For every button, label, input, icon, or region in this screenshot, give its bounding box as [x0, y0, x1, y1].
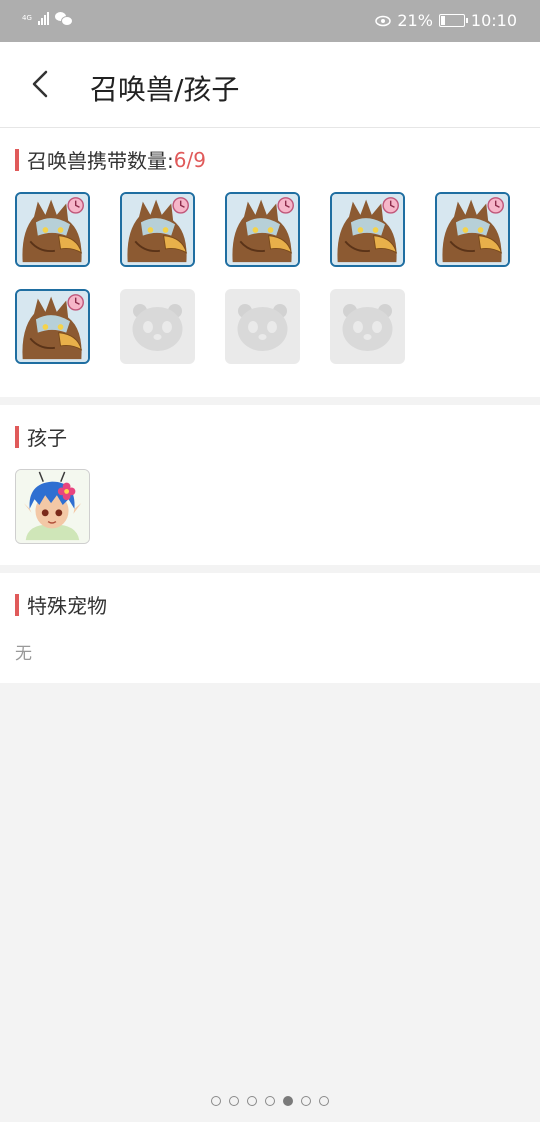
battery-icon	[438, 14, 468, 27]
panda-placeholder-icon	[132, 304, 183, 351]
page-dot[interactable]	[265, 1096, 275, 1106]
summon-creature-icon	[227, 194, 298, 265]
special-pets-empty-text: 无	[15, 644, 32, 664]
summon-slot[interactable]	[225, 192, 300, 267]
summon-creature-icon	[122, 194, 193, 265]
children-section: 孩子	[0, 405, 540, 565]
summons-heading: 召唤兽携带数量: 6/9	[15, 145, 206, 174]
summons-section: 召唤兽携带数量: 6/9	[0, 128, 540, 397]
battery-percent: 21%	[397, 11, 433, 30]
summon-creature-icon	[332, 194, 403, 265]
summon-creature-icon	[17, 291, 88, 362]
empty-summon-slot[interactable]	[330, 289, 405, 364]
child-avatar-icon	[16, 470, 89, 543]
page-dot[interactable]	[319, 1096, 329, 1106]
summon-creature-icon	[437, 194, 508, 265]
wechat-icon	[55, 11, 73, 26]
page-dot[interactable]	[283, 1096, 293, 1106]
page-dot[interactable]	[301, 1096, 311, 1106]
summon-slot[interactable]	[15, 192, 90, 267]
clock: 10:10	[470, 11, 517, 30]
special-pets-heading: 特殊宠物	[15, 590, 107, 619]
summons-count: 6/9	[173, 147, 206, 172]
page-dot[interactable]	[229, 1096, 239, 1106]
eye-comfort-icon	[375, 15, 392, 26]
empty-summon-slot[interactable]	[120, 289, 195, 364]
special-pets-section: 特殊宠物 无	[0, 573, 540, 683]
accent-bar	[15, 593, 19, 616]
panda-placeholder-icon	[237, 304, 288, 351]
page-dot[interactable]	[211, 1096, 221, 1106]
page-title: 召唤兽/孩子	[90, 73, 240, 106]
back-icon[interactable]	[26, 66, 56, 102]
summon-slot[interactable]	[435, 192, 510, 267]
summons-label: 召唤兽携带数量:	[27, 149, 174, 173]
network-type: 4G	[22, 13, 32, 22]
accent-bar	[15, 148, 19, 171]
accent-bar	[15, 425, 19, 448]
page-dot[interactable]	[247, 1096, 257, 1106]
summon-slot[interactable]	[15, 289, 90, 364]
special-pets-label: 特殊宠物	[27, 594, 107, 618]
children-label: 孩子	[27, 426, 67, 450]
signal-icon	[38, 11, 49, 25]
children-heading: 孩子	[15, 422, 67, 451]
status-bar: 4G 21% 10:10	[0, 0, 540, 42]
summon-creature-icon	[17, 194, 88, 265]
child-slot[interactable]	[15, 469, 90, 544]
empty-summon-slot[interactable]	[225, 289, 300, 364]
summon-slot[interactable]	[330, 192, 405, 267]
summon-slot[interactable]	[120, 192, 195, 267]
panda-placeholder-icon	[342, 304, 393, 351]
page-indicator	[0, 1096, 540, 1106]
app-header: 召唤兽/孩子	[0, 42, 540, 128]
